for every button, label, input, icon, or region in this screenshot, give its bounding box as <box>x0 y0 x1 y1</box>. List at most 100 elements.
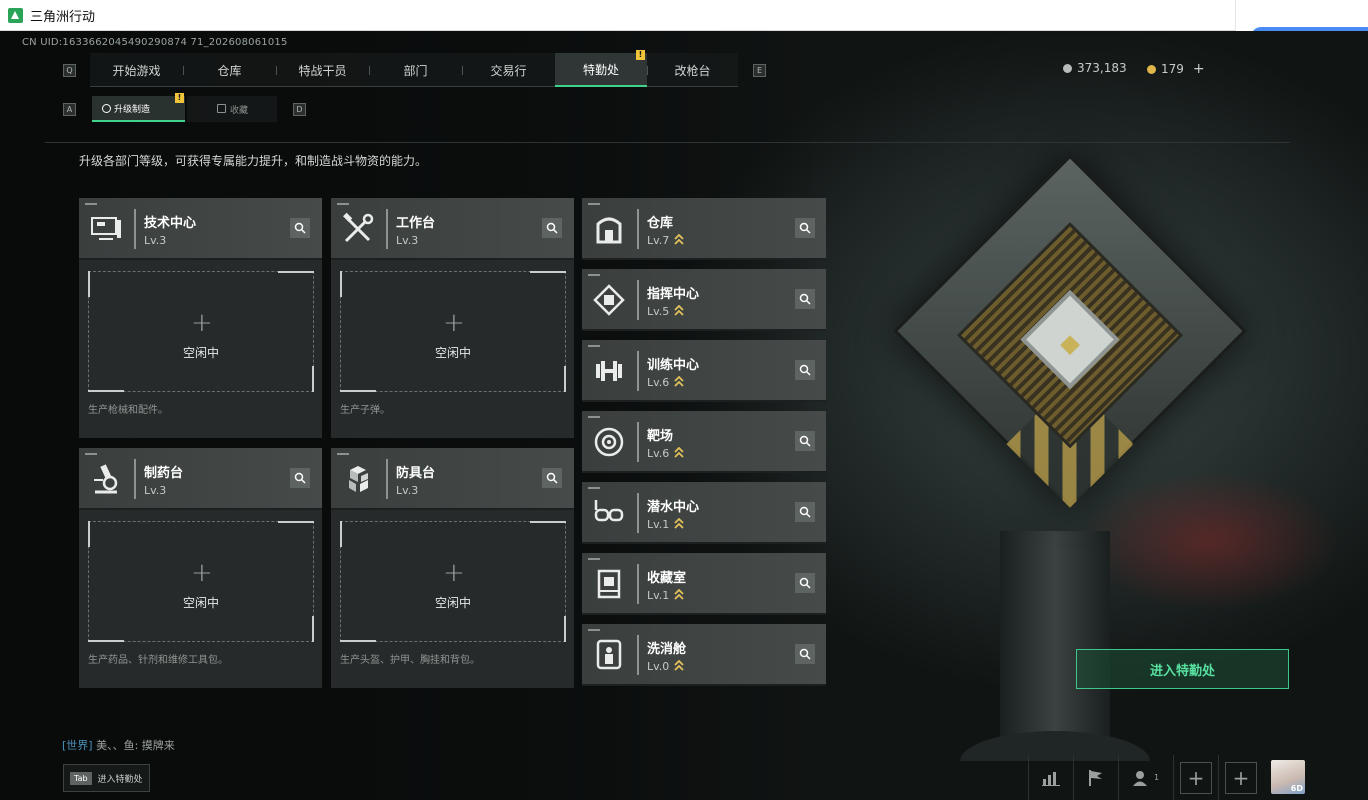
production-slot[interactable]: + 空闲中 <box>88 521 314 642</box>
card-separator <box>386 459 388 499</box>
game-viewport: CN UID:1633662045490290874 71_2026080610… <box>0 31 1368 800</box>
facility-name: 制药台 <box>144 466 184 481</box>
inspect-button[interactable] <box>542 468 562 488</box>
enter-special-ops-button[interactable]: 进入特勤处 <box>1076 649 1289 689</box>
blocks-icon <box>349 466 368 492</box>
facility-name: 指挥中心 <box>647 287 700 302</box>
facility-card-decon-chamber[interactable]: 洗消舱 Lv.0 <box>582 624 826 686</box>
card-footer: 生产枪械和配件。 <box>88 405 168 416</box>
inspect-button[interactable] <box>795 218 815 238</box>
facility-name: 靶场 <box>647 429 674 444</box>
inspect-button[interactable] <box>795 502 815 522</box>
flag-button[interactable] <box>1073 755 1118 800</box>
production-slot[interactable]: + 空闲中 <box>88 271 314 392</box>
avatar-level: 6D <box>1290 784 1303 793</box>
search-icon <box>799 222 811 234</box>
delta-force-logo-icon <box>8 7 23 23</box>
slot-corner <box>278 521 314 523</box>
world-chat-line[interactable]: [世界] 美、、鱼: 摸牌来 <box>62 737 175 753</box>
facility-card-collection-room[interactable]: 收藏室 Lv.1 <box>582 553 826 615</box>
card-header[interactable]: 指挥中心 Lv.5 <box>582 269 826 331</box>
invite-plus-icon: + <box>1225 761 1257 794</box>
facility-level: Lv.3 <box>396 484 419 497</box>
tab-hint-label: 进入特勤处 <box>97 774 143 785</box>
facility-card-shooting-range[interactable]: 靶场 Lv.6 <box>582 411 826 473</box>
card-tick <box>588 416 600 418</box>
slot-status: 空闲中 <box>434 346 471 360</box>
subtab-favorites[interactable]: 收藏 <box>187 96 277 122</box>
tab-warehouse[interactable]: 仓库 <box>183 53 276 87</box>
uid-text: CN UID:1633662045490290874 71_2026080610… <box>22 37 288 48</box>
inspect-button[interactable] <box>795 289 815 309</box>
facility-name: 收藏室 <box>647 571 687 586</box>
inspect-button[interactable] <box>795 644 815 664</box>
facility-name: 潜水中心 <box>647 500 700 515</box>
facility-card-command-center[interactable]: 指挥中心 Lv.5 <box>582 269 826 331</box>
card-header[interactable]: 训练中心 Lv.6 <box>582 340 826 402</box>
tab-gunsmith[interactable]: 改枪台 <box>647 53 738 87</box>
facility-name: 训练中心 <box>647 358 700 373</box>
stats-button[interactable] <box>1028 755 1073 800</box>
subtab-upgrade-craft[interactable]: 升级制造 <box>92 96 185 122</box>
production-slot[interactable]: + 空闲中 <box>340 271 566 392</box>
cube-core <box>1020 289 1120 389</box>
card-header[interactable]: 靶场 Lv.6 <box>582 411 826 473</box>
production-card-workbench: 工作台 Lv.3 + 空闲中 生产子弹。 <box>331 198 574 438</box>
tab-start-game[interactable]: 开始游戏 <box>90 53 183 87</box>
tab-enter-hint[interactable]: Tab 进入特勤处 <box>63 764 150 792</box>
card-header[interactable]: 洗消舱 Lv.0 <box>582 624 826 686</box>
facility-card-diving-center[interactable]: 潜水中心 Lv.1 <box>582 482 826 544</box>
card-header[interactable]: 制药台 Lv.3 <box>79 448 322 510</box>
card-separator <box>637 635 639 675</box>
tab-operators[interactable]: 特战干员 <box>276 53 369 87</box>
card-tick <box>85 203 97 205</box>
card-header[interactable]: 潜水中心 Lv.1 <box>582 482 826 544</box>
friends-icon <box>1132 770 1147 786</box>
avatar[interactable]: 6D <box>1271 760 1305 794</box>
inspect-button[interactable] <box>795 573 815 593</box>
slot-corner <box>88 390 124 392</box>
slot-corner <box>564 366 566 392</box>
tools-icon <box>343 212 374 243</box>
search-icon <box>799 435 811 447</box>
card-separator <box>134 459 136 499</box>
tab-department[interactable]: 部门 <box>369 53 462 87</box>
special-ops-cube-artwork <box>893 154 1247 508</box>
facility-card-warehouse[interactable]: 仓库 Lv.7 <box>582 198 826 260</box>
nav-prev-key-hint: Q <box>63 64 76 77</box>
card-header[interactable]: 工作台 Lv.3 <box>331 198 574 260</box>
divider <box>45 142 1290 143</box>
tab-trade[interactable]: 交易行 <box>462 53 555 87</box>
add-currency-button[interactable]: + <box>1193 61 1205 77</box>
production-slot[interactable]: + 空闲中 <box>340 521 566 642</box>
microscope-icon <box>94 464 118 494</box>
display-case-icon <box>597 569 621 599</box>
facility-name: 防具台 <box>396 466 436 481</box>
card-header[interactable]: 仓库 Lv.7 <box>582 198 826 260</box>
inspect-button[interactable] <box>290 468 310 488</box>
inspect-button[interactable] <box>542 218 562 238</box>
target-icon <box>594 427 624 457</box>
invite-slot-2[interactable]: + <box>1218 755 1263 800</box>
upgrade-available-icon <box>674 305 684 316</box>
card-header[interactable]: 防具台 Lv.3 <box>331 448 574 510</box>
card-separator <box>637 351 639 391</box>
card-separator <box>637 280 639 320</box>
friends-button[interactable]: 1 <box>1118 755 1173 800</box>
facility-level: Lv.3 <box>396 234 419 247</box>
facility-level: Lv.6 <box>647 447 670 460</box>
invite-plus-icon: + <box>1180 761 1212 794</box>
card-header[interactable]: 技术中心 Lv.3 <box>79 198 322 260</box>
invite-slot-1[interactable]: + <box>1173 755 1218 800</box>
card-tick <box>588 558 600 560</box>
currency-silver-value: 373,183 <box>1077 61 1127 75</box>
facility-level: Lv.7 <box>647 234 670 247</box>
inspect-button[interactable] <box>795 360 815 380</box>
tab-key: Tab <box>70 771 92 785</box>
upgrade-available-icon <box>674 447 684 458</box>
inspect-button[interactable] <box>795 431 815 451</box>
card-header[interactable]: 收藏室 Lv.1 <box>582 553 826 615</box>
facility-card-training-center[interactable]: 训练中心 Lv.6 <box>582 340 826 402</box>
tab-special-ops[interactable]: 特勤处 <box>555 53 647 87</box>
inspect-button[interactable] <box>290 218 310 238</box>
